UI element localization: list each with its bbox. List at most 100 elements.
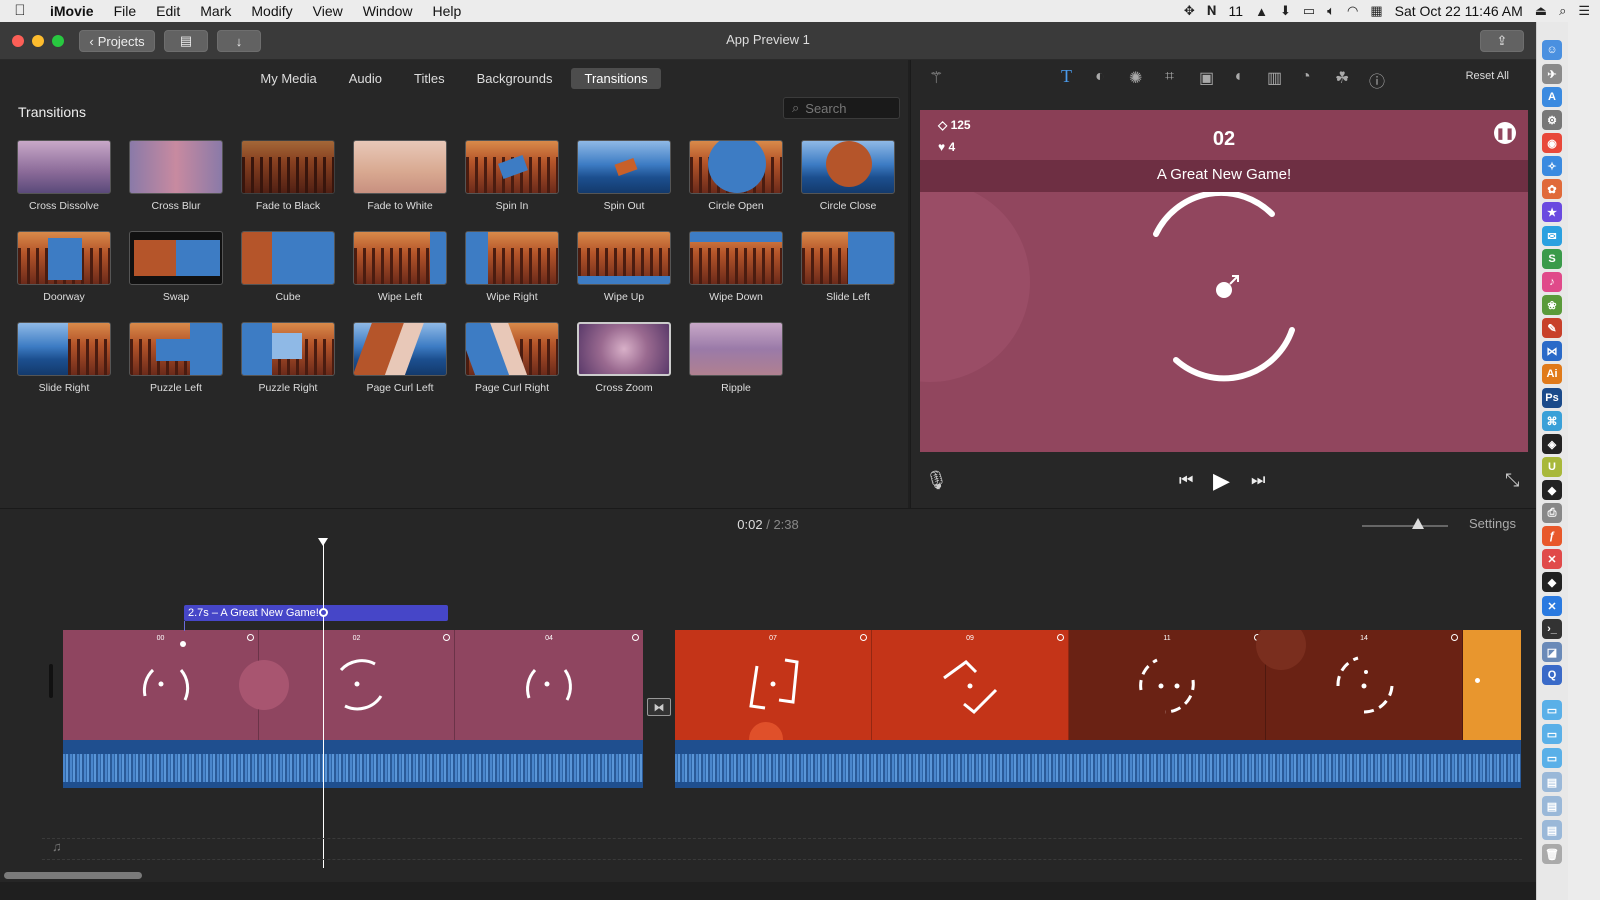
settings-button[interactable]: Settings [1469, 516, 1516, 531]
video-preview[interactable]: ◇ 125 ♥ 4 02 ❚❚ A Great New Game! [920, 110, 1528, 452]
tab-backgrounds[interactable]: Backgrounds [464, 68, 566, 89]
search-input[interactable]: ⌕ Search [783, 97, 900, 119]
transition-circle-open[interactable]: Circle Open [680, 140, 792, 226]
speed-icon[interactable]: ◔ [1301, 68, 1311, 86]
transition-cube[interactable]: Cube [232, 231, 344, 317]
skip-forward-icon[interactable]: ⏭ [1251, 472, 1265, 490]
dropbox-icon[interactable]: ✥ [1184, 3, 1195, 19]
transition-fade-to-black[interactable]: Fade to Black [232, 140, 344, 226]
color-correction-icon[interactable]: ✺ [1129, 68, 1142, 88]
wifi-icon[interactable]: ◠ [1347, 3, 1358, 19]
launchpad-icon[interactable]: ✈ [1542, 64, 1562, 84]
download-icon[interactable]: ⬇ [1280, 3, 1291, 19]
info-icon[interactable]: ⓘ [1369, 68, 1385, 92]
airplay-icon[interactable]: ▭ [1303, 3, 1315, 19]
menu-help[interactable]: Help [423, 0, 472, 22]
menu-mark[interactable]: Mark [190, 0, 241, 22]
unity-hub-icon[interactable]: ◆ [1542, 480, 1562, 500]
magic-wand-icon[interactable]: ⚚ [929, 68, 943, 88]
transition-fade-to-white[interactable]: Fade to White [344, 140, 456, 226]
volume-icon[interactable]: 🔈︎ [1327, 3, 1335, 19]
tab-transitions[interactable]: Transitions [571, 68, 661, 89]
equalizer-icon[interactable]: ▥ [1267, 68, 1282, 88]
unity-icon[interactable]: ◈ [1542, 434, 1562, 454]
zoom-slider-knob[interactable] [1412, 518, 1424, 529]
apple-menu-icon[interactable]:  [0, 0, 40, 22]
video-clip-1[interactable]: 00 02 04 [63, 630, 643, 740]
itunes-icon[interactable]: ♪ [1542, 272, 1562, 292]
illustrator-icon[interactable]: Ai [1542, 364, 1562, 384]
transition-cross-zoom[interactable]: Cross Zoom [568, 322, 680, 408]
transition-puzzle-left[interactable]: Puzzle Left [120, 322, 232, 408]
transition-slide-right[interactable]: Slide Right [8, 322, 120, 408]
transition-slide-left[interactable]: Slide Left [792, 231, 904, 317]
photos-icon[interactable]: ✿ [1542, 179, 1562, 199]
zoom-slider-track[interactable] [1362, 525, 1448, 527]
color-balance-icon[interactable]: ◐ [1095, 68, 1105, 86]
preview-icon[interactable]: ◪ [1542, 642, 1562, 662]
titles-tool-icon[interactable]: T [1061, 66, 1072, 87]
app-store-icon[interactable]: A [1542, 87, 1562, 107]
menu-view[interactable]: View [303, 0, 353, 22]
share-button[interactable]: ⇪ [1480, 30, 1524, 52]
app-icon-red[interactable]: ✎ [1542, 318, 1562, 338]
filezilla-icon[interactable]: ƒ [1542, 526, 1562, 546]
audio-waveform-2[interactable] [675, 740, 1521, 788]
trash-icon[interactable]: 🗑︎ [1542, 844, 1562, 864]
crop-icon[interactable]: ⌗ [1165, 68, 1174, 86]
applications-folder-icon[interactable]: ▭ [1542, 748, 1562, 768]
menu-window[interactable]: Window [353, 0, 423, 22]
folder-icon[interactable]: ▭ [1542, 700, 1562, 720]
clip-trim-handle[interactable] [49, 664, 53, 698]
fullscreen-icon[interactable]: ⤡ [1505, 470, 1519, 491]
filter-icon[interactable]: ☘ [1335, 68, 1349, 88]
music-well[interactable]: ♫ [42, 838, 1522, 860]
document-icon[interactable]: ▤ [1542, 772, 1562, 792]
tab-titles[interactable]: Titles [401, 68, 458, 89]
volume-tool-icon[interactable]: ◖ [1233, 68, 1243, 86]
xcode-icon[interactable]: ✕ [1542, 596, 1562, 616]
photoshop-icon[interactable]: Ps [1542, 388, 1562, 408]
imovie-star-icon[interactable]: ★ [1542, 202, 1562, 222]
skype-icon[interactable]: S [1542, 249, 1562, 269]
system-preferences-icon[interactable]: ⚙ [1542, 110, 1562, 130]
notification-center-icon[interactable]: ☰ [1578, 3, 1590, 19]
menu-file[interactable]: File [104, 0, 147, 22]
horizontal-scrollbar[interactable] [4, 872, 142, 879]
transition-wipe-left[interactable]: Wipe Left [344, 231, 456, 317]
transition-doorway[interactable]: Doorway [8, 231, 120, 317]
printer-icon[interactable]: ⎙ [1542, 503, 1562, 523]
transition-page-curl-left[interactable]: Page Curl Left [344, 322, 456, 408]
playhead[interactable] [323, 538, 324, 868]
stabilization-icon[interactable]: ▣ [1199, 68, 1214, 88]
xmind-icon[interactable]: ✕ [1542, 549, 1562, 569]
tab-my-media[interactable]: My Media [247, 68, 329, 89]
unity-icon-2[interactable]: ◆ [1542, 572, 1562, 592]
transition-wipe-right[interactable]: Wipe Right [456, 231, 568, 317]
playhead-handle[interactable] [318, 538, 328, 546]
chrome-icon[interactable]: ◉ [1542, 133, 1562, 153]
transition-spin-in[interactable]: Spin In [456, 140, 568, 226]
transition-cross-blur[interactable]: Cross Blur [120, 140, 232, 226]
transition-cross-dissolve[interactable]: Cross Dissolve [8, 140, 120, 226]
tab-audio[interactable]: Audio [336, 68, 395, 89]
spotlight-icon[interactable]: ⌕ [1559, 3, 1566, 19]
video-clip-2[interactable]: 07 09 11 14 [675, 630, 1521, 740]
skip-back-icon[interactable]: ⏮ [1179, 472, 1193, 490]
reset-all-button[interactable]: Reset All [1466, 70, 1509, 82]
adobe-icon[interactable]: 𝐍 [1207, 3, 1217, 19]
terminal-icon[interactable]: ›_ [1542, 619, 1562, 639]
transition-circle-close[interactable]: Circle Close [792, 140, 904, 226]
menu-modify[interactable]: Modify [241, 0, 302, 22]
app-icon-green[interactable]: ❀ [1542, 295, 1562, 315]
drive-icon[interactable]: ▲ [1255, 4, 1268, 19]
transition-wipe-down[interactable]: Wipe Down [680, 231, 792, 317]
menu-edit[interactable]: Edit [146, 0, 190, 22]
downloads-folder-icon[interactable]: ▭ [1542, 724, 1562, 744]
app-icon-olive[interactable]: U [1542, 457, 1562, 477]
transition-puzzle-right[interactable]: Puzzle Right [232, 322, 344, 408]
transition-page-curl-right[interactable]: Page Curl Right [456, 322, 568, 408]
clock[interactable]: Sat Oct 22 11:46 AM [1395, 3, 1523, 19]
microphone-icon[interactable]: 🎙︎ [925, 470, 948, 491]
document-icon-2[interactable]: ▤ [1542, 796, 1562, 816]
